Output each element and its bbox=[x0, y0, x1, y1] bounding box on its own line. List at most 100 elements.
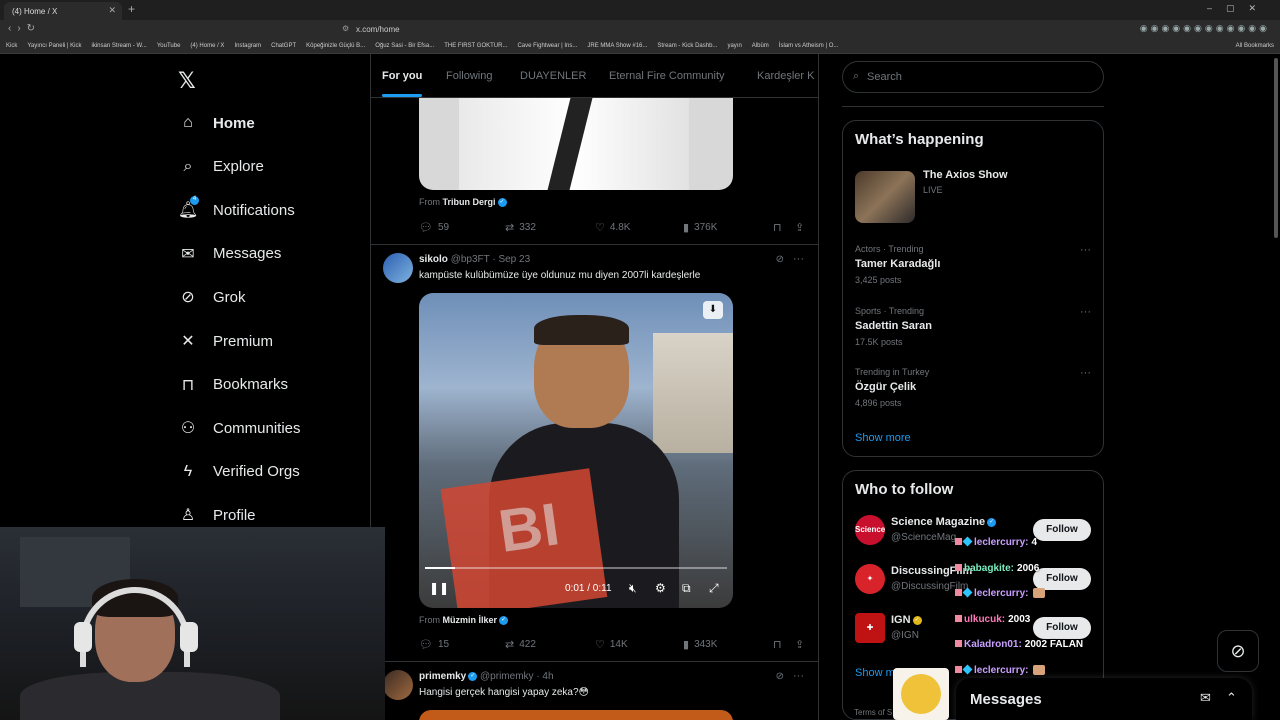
views-button[interactable]: ▮ 376K bbox=[683, 221, 717, 234]
repost-button[interactable]: ⇄ 332 bbox=[505, 221, 536, 234]
browser-tab[interactable]: (4) Home / X ✕ bbox=[4, 2, 122, 20]
like-button[interactable]: ♡ 4.8K bbox=[595, 221, 630, 234]
bookmark-icon[interactable]: ⊓ bbox=[773, 221, 782, 234]
fullscreen-icon[interactable]: ⤢ bbox=[709, 581, 719, 596]
pip-icon[interactable]: ⧉ bbox=[682, 581, 691, 596]
expand-icon[interactable]: ⌃ bbox=[1226, 690, 1237, 706]
nav-item-communities[interactable]: ⚇ Communities bbox=[178, 413, 301, 443]
avatar[interactable]: ✦ bbox=[855, 564, 885, 594]
bookmark-item[interactable]: Stream - Kick Dashb... bbox=[651, 40, 721, 49]
browser-nav-icons[interactable]: ‹›↻ bbox=[8, 23, 41, 34]
site-info-icon[interactable]: ⚙ bbox=[342, 24, 349, 33]
bookmark-item[interactable]: İslam vs Atheism | O... bbox=[773, 40, 843, 49]
download-icon[interactable]: ⬇ bbox=[703, 301, 723, 319]
author-handle[interactable]: @bp3FT bbox=[451, 254, 490, 265]
follow-button[interactable]: Follow bbox=[1033, 617, 1091, 639]
settings-icon[interactable]: ⚙ bbox=[655, 581, 666, 595]
tab-following[interactable]: Following bbox=[446, 70, 492, 82]
grok-icon[interactable]: ⊘ bbox=[1217, 630, 1259, 672]
bookmark-item[interactable]: ikinsan Stream - W... bbox=[85, 40, 150, 49]
follow-button[interactable]: Follow bbox=[1033, 519, 1091, 541]
avatar[interactable]: Science bbox=[855, 515, 885, 545]
tweet-date[interactable]: · Sep 23 bbox=[492, 254, 530, 265]
tab-eternal-fire[interactable]: Eternal Fire Community bbox=[609, 70, 725, 82]
tab-for-you[interactable]: For you bbox=[382, 70, 422, 82]
bookmark-item[interactable]: Cave Fightwear | Ins... bbox=[511, 40, 581, 49]
nav-item-home[interactable]: ⌂ Home bbox=[178, 108, 255, 138]
author-name[interactable]: primemky bbox=[419, 671, 466, 682]
share-icon[interactable]: ⇪ bbox=[795, 221, 804, 234]
tweet-media[interactable] bbox=[419, 710, 733, 720]
more-options-icon[interactable]: ··· bbox=[1080, 367, 1091, 379]
live-title[interactable]: The Axios Show bbox=[923, 169, 1008, 181]
author-name[interactable]: sikolo bbox=[419, 254, 448, 265]
nav-item-profile[interactable]: ♙ Profile bbox=[178, 500, 256, 530]
pause-icon[interactable]: ❚❚ bbox=[429, 581, 449, 595]
messages-drawer[interactable]: Messages ✉ ⌃ bbox=[956, 678, 1252, 720]
views-button[interactable]: ▮ 343K bbox=[683, 638, 717, 651]
nav-item-explore[interactable]: ⌕ Explore bbox=[178, 152, 264, 182]
account-name[interactable]: IGN ✓ bbox=[891, 614, 922, 626]
more-options-icon[interactable]: ··· bbox=[793, 253, 804, 265]
account-name[interactable]: Science Magazine ✓ bbox=[891, 516, 997, 528]
trend-name[interactable]: Sadettin Saran bbox=[855, 320, 932, 332]
nav-item-bookmarks[interactable]: ⊓ Bookmarks bbox=[178, 370, 288, 400]
nav-item-premium[interactable]: ✕ Premium bbox=[178, 326, 273, 356]
video-progress-bar[interactable] bbox=[425, 567, 727, 569]
bookmark-item[interactable]: Instagram bbox=[228, 40, 265, 49]
bookmark-item[interactable]: Yayıncı Paneli | Kick bbox=[21, 40, 85, 49]
live-thumbnail[interactable] bbox=[855, 171, 915, 223]
trend-name[interactable]: Özgür Çelik bbox=[855, 381, 916, 393]
new-tab-icon[interactable]: + bbox=[128, 2, 135, 16]
mute-icon[interactable]: 🔇︎ bbox=[629, 581, 637, 596]
extension-icons[interactable]: ◉◉◉◉◉◉◉◉◉◉◉◉ bbox=[1140, 23, 1270, 34]
source-link[interactable]: Müzmin İlker bbox=[443, 615, 498, 625]
more-options-icon[interactable]: ··· bbox=[1080, 306, 1091, 318]
like-button[interactable]: ♡ 14K bbox=[595, 638, 628, 651]
bookmark-item[interactable]: THE FIRST GOKTUR... bbox=[438, 40, 511, 49]
tab-duayenler[interactable]: DUAYENLER bbox=[520, 70, 586, 82]
avatar[interactable] bbox=[383, 253, 413, 283]
bookmark-item[interactable]: YouTube bbox=[151, 40, 185, 49]
bookmark-item[interactable]: Albüm bbox=[746, 40, 773, 49]
footer-terms[interactable]: Terms of S bbox=[854, 708, 892, 717]
nav-item-verified-orgs[interactable]: ϟ Verified Orgs bbox=[178, 457, 300, 487]
more-options-icon[interactable]: ··· bbox=[793, 670, 804, 682]
author-handle[interactable]: @primemky bbox=[480, 671, 534, 682]
repost-button[interactable]: ⇄ 422 bbox=[505, 638, 536, 651]
bookmark-item[interactable]: Kick bbox=[0, 40, 21, 49]
bookmark-item[interactable]: Köpeğinizle Güçlü B... bbox=[300, 40, 369, 49]
share-icon[interactable]: ⇪ bbox=[795, 638, 804, 651]
tab-kardesler[interactable]: Kardeşler K bbox=[757, 70, 814, 82]
source-link[interactable]: Tribun Dergi bbox=[443, 197, 496, 207]
scrollbar[interactable] bbox=[1274, 58, 1278, 238]
window-controls[interactable]: –▢✕ bbox=[1207, 3, 1270, 14]
bookmark-item[interactable]: ChatGPT bbox=[265, 40, 300, 49]
tweet-media[interactable] bbox=[419, 98, 733, 190]
avatar[interactable] bbox=[383, 670, 413, 700]
address-bar[interactable]: ⚙ x.com/home bbox=[340, 23, 880, 37]
close-tab-icon[interactable]: ✕ bbox=[108, 5, 116, 16]
grok-explain-icon[interactable]: ⊘ bbox=[776, 671, 784, 682]
bookmark-item[interactable]: JRE MMA Show #16... bbox=[581, 40, 651, 49]
nav-item-messages[interactable]: ✉ Messages bbox=[178, 239, 281, 269]
more-options-icon[interactable]: ··· bbox=[1080, 244, 1091, 256]
follow-button[interactable]: Follow bbox=[1033, 568, 1091, 590]
bookmark-item[interactable]: yayın bbox=[721, 40, 745, 49]
reply-button[interactable]: 💬︎ 59 bbox=[419, 221, 449, 234]
avatar[interactable]: ✚ bbox=[855, 613, 885, 643]
show-more-link[interactable]: Show more bbox=[855, 432, 911, 444]
all-bookmarks[interactable]: All Bookmarks bbox=[1236, 43, 1274, 49]
nav-item-grok[interactable]: ⊘ Grok bbox=[178, 282, 245, 312]
new-message-icon[interactable]: ✉ bbox=[1200, 690, 1211, 706]
trend-name[interactable]: Tamer Karadağlı bbox=[855, 258, 940, 270]
tweet-date[interactable]: · 4h bbox=[536, 671, 553, 682]
reply-button[interactable]: 💬︎ 15 bbox=[419, 638, 449, 651]
bookmark-item[interactable]: Oğuz Sasi - Bir Efsa... bbox=[369, 40, 438, 49]
video-player[interactable]: BI ⬇ ❚❚ 0:01 / 0:11 🔇︎ ⚙ ⧉ ⤢ bbox=[419, 293, 733, 608]
bookmark-icon[interactable]: ⊓ bbox=[773, 638, 782, 651]
search-input[interactable]: ⌕ Search bbox=[842, 61, 1104, 93]
bookmark-item[interactable]: (4) Home / X bbox=[184, 40, 228, 49]
grok-explain-icon[interactable]: ⊘ bbox=[776, 254, 784, 265]
x-logo-icon[interactable]: 𝕏 bbox=[178, 68, 196, 94]
